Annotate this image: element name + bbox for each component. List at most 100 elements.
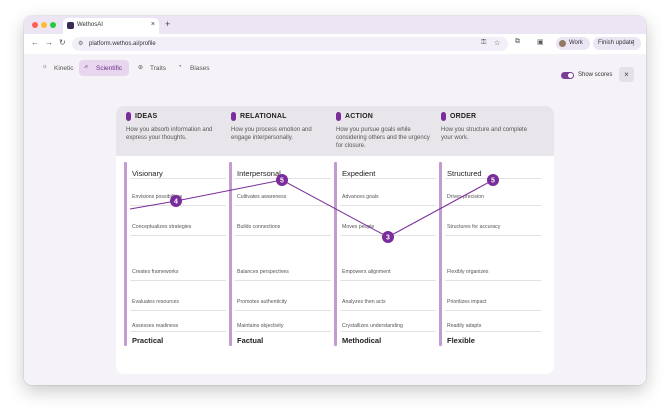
profile-label: Work (569, 40, 583, 46)
wethos-favicon-icon (67, 22, 74, 29)
order-row-label: Flexibly organizes (447, 269, 489, 275)
ideas-row-label: Creates frameworks (132, 269, 179, 275)
window-close-button[interactable] (32, 22, 38, 28)
action-row-divider (340, 205, 436, 206)
order-row-divider (445, 235, 541, 236)
browser-toolbar: ← → ↻ ⚙ platform.wethos.ai/profile ⚿ ☆ ⧉… (24, 34, 646, 54)
relational-score-highlight (232, 182, 332, 192)
ideas-row-divider (130, 235, 226, 236)
relational-row-divider (235, 235, 331, 236)
ideas-title: IDEAS (135, 113, 158, 120)
browser-tab-title: WethosAI (77, 22, 103, 28)
action-description: How you pursue goals while considering o… (336, 127, 430, 149)
scientific-profile-card: IDEAS How you absorb information and expr… (116, 106, 554, 374)
tab-biases-label: Biases (190, 65, 210, 72)
action-row-label: Advances goals (342, 194, 379, 200)
order-row-label: Drives precision (447, 194, 484, 200)
address-bar[interactable]: ⚙ platform.wethos.ai/profile ⚿ ☆ (72, 37, 508, 51)
tab-scientific-label: Scientific (96, 65, 123, 72)
relational-row-divider (235, 331, 331, 332)
action-row-divider (340, 310, 436, 311)
tab-biases[interactable]: ◔ Biases (173, 60, 213, 76)
more-vert-icon: ⋮ (630, 40, 637, 47)
tab-traits[interactable]: ⊛ Traits (133, 60, 169, 76)
profile-button[interactable]: Work (556, 37, 590, 50)
action-row-label: Moves people (342, 224, 375, 230)
action-bottom-label: Methodical (342, 336, 382, 345)
tab-close-icon[interactable]: × (151, 21, 155, 28)
ideas-row-divider (130, 331, 226, 332)
order-title: ORDER (450, 113, 477, 120)
ideas-row-divider (130, 310, 226, 311)
tab-kinetic[interactable]: ☼ Kinetic (37, 60, 77, 76)
action-row-label: Crystallizes understanding (342, 323, 403, 329)
action-bar (334, 162, 337, 346)
action-top-label: Expedient (342, 169, 376, 178)
relational-bottom-label: Factual (237, 336, 264, 345)
ideas-description: How you absorb information and express y… (126, 127, 213, 141)
browser-window: WethosAI × + ← → ↻ ⚙ platform.wethos.ai/… (24, 16, 646, 385)
show-scores-label: Show scores (578, 72, 613, 78)
relational-pill-icon (231, 112, 236, 121)
order-bottom-label: Flexible (447, 336, 475, 345)
ideas-row-label: Envisions possibilities (132, 194, 183, 200)
url-text: platform.wethos.ai/profile (89, 41, 156, 47)
relational-row-divider (235, 205, 331, 206)
ideas-top-label: Visionary (132, 169, 163, 178)
order-score-highlight (442, 182, 542, 192)
relational-description: How you process emotion and engage inter… (231, 127, 312, 141)
ideas-row-label: Assesses readiness (132, 323, 179, 329)
close-icon[interactable]: × (619, 67, 634, 82)
relational-title: RELATIONAL (240, 113, 287, 120)
action-divider (340, 178, 436, 179)
avatar (559, 40, 566, 47)
action-row-divider (340, 280, 436, 281)
order-divider (445, 178, 541, 179)
relational-row-label: Balances perspectives (237, 269, 289, 275)
window-minimize-button[interactable] (41, 22, 47, 28)
order-bar (439, 162, 442, 346)
ideas-row-label: Evaluates resources (132, 299, 179, 305)
back-icon[interactable]: ← (31, 38, 39, 47)
order-row-label: Prioritizes impact (447, 299, 487, 305)
relational-row-divider (235, 280, 331, 281)
relational-row-label: Builds connections (237, 224, 281, 230)
order-description: How you structure and complete your work… (441, 127, 528, 141)
reload-icon[interactable]: ↻ (59, 38, 66, 47)
ideas-row-divider (130, 280, 226, 281)
order-row-label: Structures for accuracy (447, 224, 501, 230)
relational-row-label: Cultivates awareness (237, 194, 287, 200)
side-panel-icon[interactable]: ▣ (537, 38, 544, 46)
browser-tab[interactable]: WethosAI × (63, 18, 159, 34)
order-row-label: Readily adapts (447, 323, 482, 329)
ideas-row-label: Conceptualizes strategies (132, 224, 192, 230)
ideas-pill-icon (126, 112, 131, 121)
window-zoom-button[interactable] (50, 22, 56, 28)
order-pill-icon (441, 112, 446, 121)
show-scores-toggle[interactable] (561, 72, 574, 79)
action-row-label: Empowers alignment (342, 269, 391, 275)
order-top-label: Structured (447, 169, 482, 178)
order-row-divider (445, 310, 541, 311)
action-score-highlight (337, 227, 437, 249)
extensions-icon[interactable]: ⧉ (515, 38, 520, 46)
tab-scientific[interactable]: ⩘ Scientific (79, 60, 129, 76)
page-content: ☼ Kinetic ⩘ Scientific ⊛ Traits ◔ Biases… (24, 54, 646, 385)
ideas-row-divider (130, 205, 226, 206)
site-settings-icon[interactable]: ⚙ (78, 40, 83, 47)
biases-icon: ◔ (178, 64, 182, 70)
bookmark-star-icon[interactable]: ☆ (494, 39, 500, 47)
password-key-icon[interactable]: ⚿ (481, 39, 486, 47)
relational-bar (229, 162, 232, 346)
finish-update-button[interactable]: Finish update ⋮ (593, 37, 641, 50)
order-row-divider (445, 331, 541, 332)
ideas-divider (130, 178, 226, 179)
browser-tab-bar: WethosAI × + (24, 16, 646, 34)
forward-icon[interactable]: → (45, 38, 53, 47)
action-row-divider (340, 235, 436, 236)
kinetic-icon: ☼ (42, 64, 48, 70)
relational-top-label: Interpersonal (237, 169, 281, 178)
finish-update-label: Finish update (598, 40, 635, 46)
ideas-bar (124, 162, 127, 346)
new-tab-button[interactable]: + (165, 19, 170, 29)
